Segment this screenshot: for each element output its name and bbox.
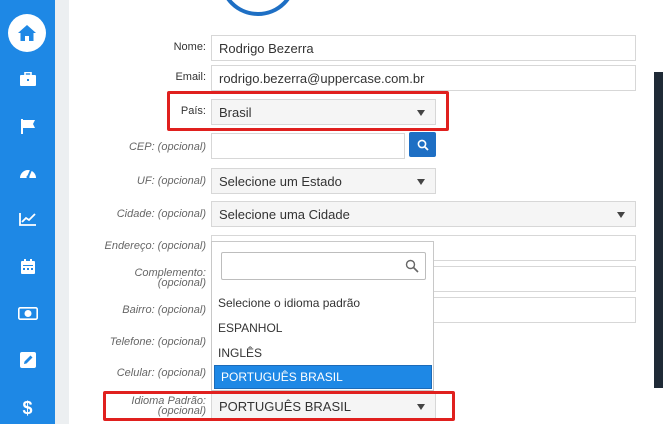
sidebar-item-briefcase[interactable] [0, 64, 55, 94]
chevron-down-icon [617, 212, 625, 218]
side-panel-edge [654, 72, 663, 388]
uf-label: UF: (opcional) [136, 175, 206, 187]
dropdown-option-ingles[interactable]: INGLÊS [212, 341, 433, 365]
edit-icon [19, 352, 36, 368]
nome-label: Nome: [173, 41, 206, 53]
email-label: Email: [175, 71, 206, 83]
highlight-box-idioma [103, 391, 455, 421]
email-field[interactable]: rodrigo.bezerra@uppercase.com.br [211, 65, 636, 91]
sidebar-item-calendar[interactable] [0, 252, 55, 282]
bairro-label: Bairro: (opcional) [122, 304, 206, 316]
sidebar: $ [0, 0, 55, 424]
home-icon [18, 25, 36, 41]
email-value: rodrigo.bezerra@uppercase.com.br [219, 70, 425, 86]
flag-icon [20, 119, 35, 134]
endereco-label: Endereço: (opcional) [104, 240, 206, 252]
sidebar-item-flag[interactable] [0, 111, 55, 141]
sidebar-item-money[interactable] [0, 298, 55, 328]
sidebar-item-home[interactable] [8, 14, 46, 52]
uf-select[interactable]: Selecione um Estado [211, 168, 436, 194]
dropdown-option-placeholder[interactable]: Selecione o idioma padrão [212, 291, 433, 315]
calendar-icon [20, 259, 35, 274]
complemento-label: Complemento: (opcional) [134, 268, 206, 289]
idioma-dropdown: Selecione o idioma padrão ESPANHOL INGLÊ… [211, 241, 434, 391]
cidade-select[interactable]: Selecione uma Cidade [211, 201, 636, 227]
money-icon [17, 306, 38, 320]
avatar [219, 0, 297, 16]
dollar-icon: $ [22, 397, 33, 418]
cidade-value: Selecione uma Cidade [219, 206, 350, 222]
sidebar-item-dashboard[interactable] [0, 157, 55, 187]
search-icon [405, 259, 419, 273]
highlight-box-pais [167, 91, 449, 131]
sidebar-item-chart[interactable] [0, 204, 55, 234]
complemento-label-line2: (opcional) [157, 277, 206, 289]
cidade-label: Cidade: (opcional) [116, 208, 206, 220]
cep-field[interactable] [211, 133, 405, 159]
dropdown-option-portugues-brasil[interactable]: PORTUGUÊS BRASIL [214, 365, 432, 389]
search-icon [417, 139, 429, 151]
content-gutter [55, 0, 69, 424]
nome-value: Rodrigo Bezerra [219, 40, 314, 56]
celular-label: Celular: (opcional) [116, 367, 206, 379]
uf-value: Selecione um Estado [219, 173, 342, 189]
chevron-down-icon [417, 179, 425, 185]
dropdown-option-espanhol[interactable]: ESPANHOL [212, 316, 433, 340]
sidebar-item-edit[interactable] [0, 345, 55, 375]
sidebar-item-dollar[interactable]: $ [0, 393, 55, 423]
app-root: $ Nome: Rodrigo Bezerra Email: rodrigo.b… [0, 0, 663, 424]
cep-search-button[interactable] [409, 132, 436, 157]
nome-field[interactable]: Rodrigo Bezerra [211, 35, 636, 61]
chart-icon [18, 213, 36, 226]
cep-label: CEP: (opcional) [128, 141, 206, 153]
dashboard-icon [19, 169, 36, 179]
telefone-label: Telefone: (opcional) [109, 336, 206, 348]
briefcase-icon [19, 72, 36, 86]
dropdown-search-input[interactable] [221, 252, 426, 280]
